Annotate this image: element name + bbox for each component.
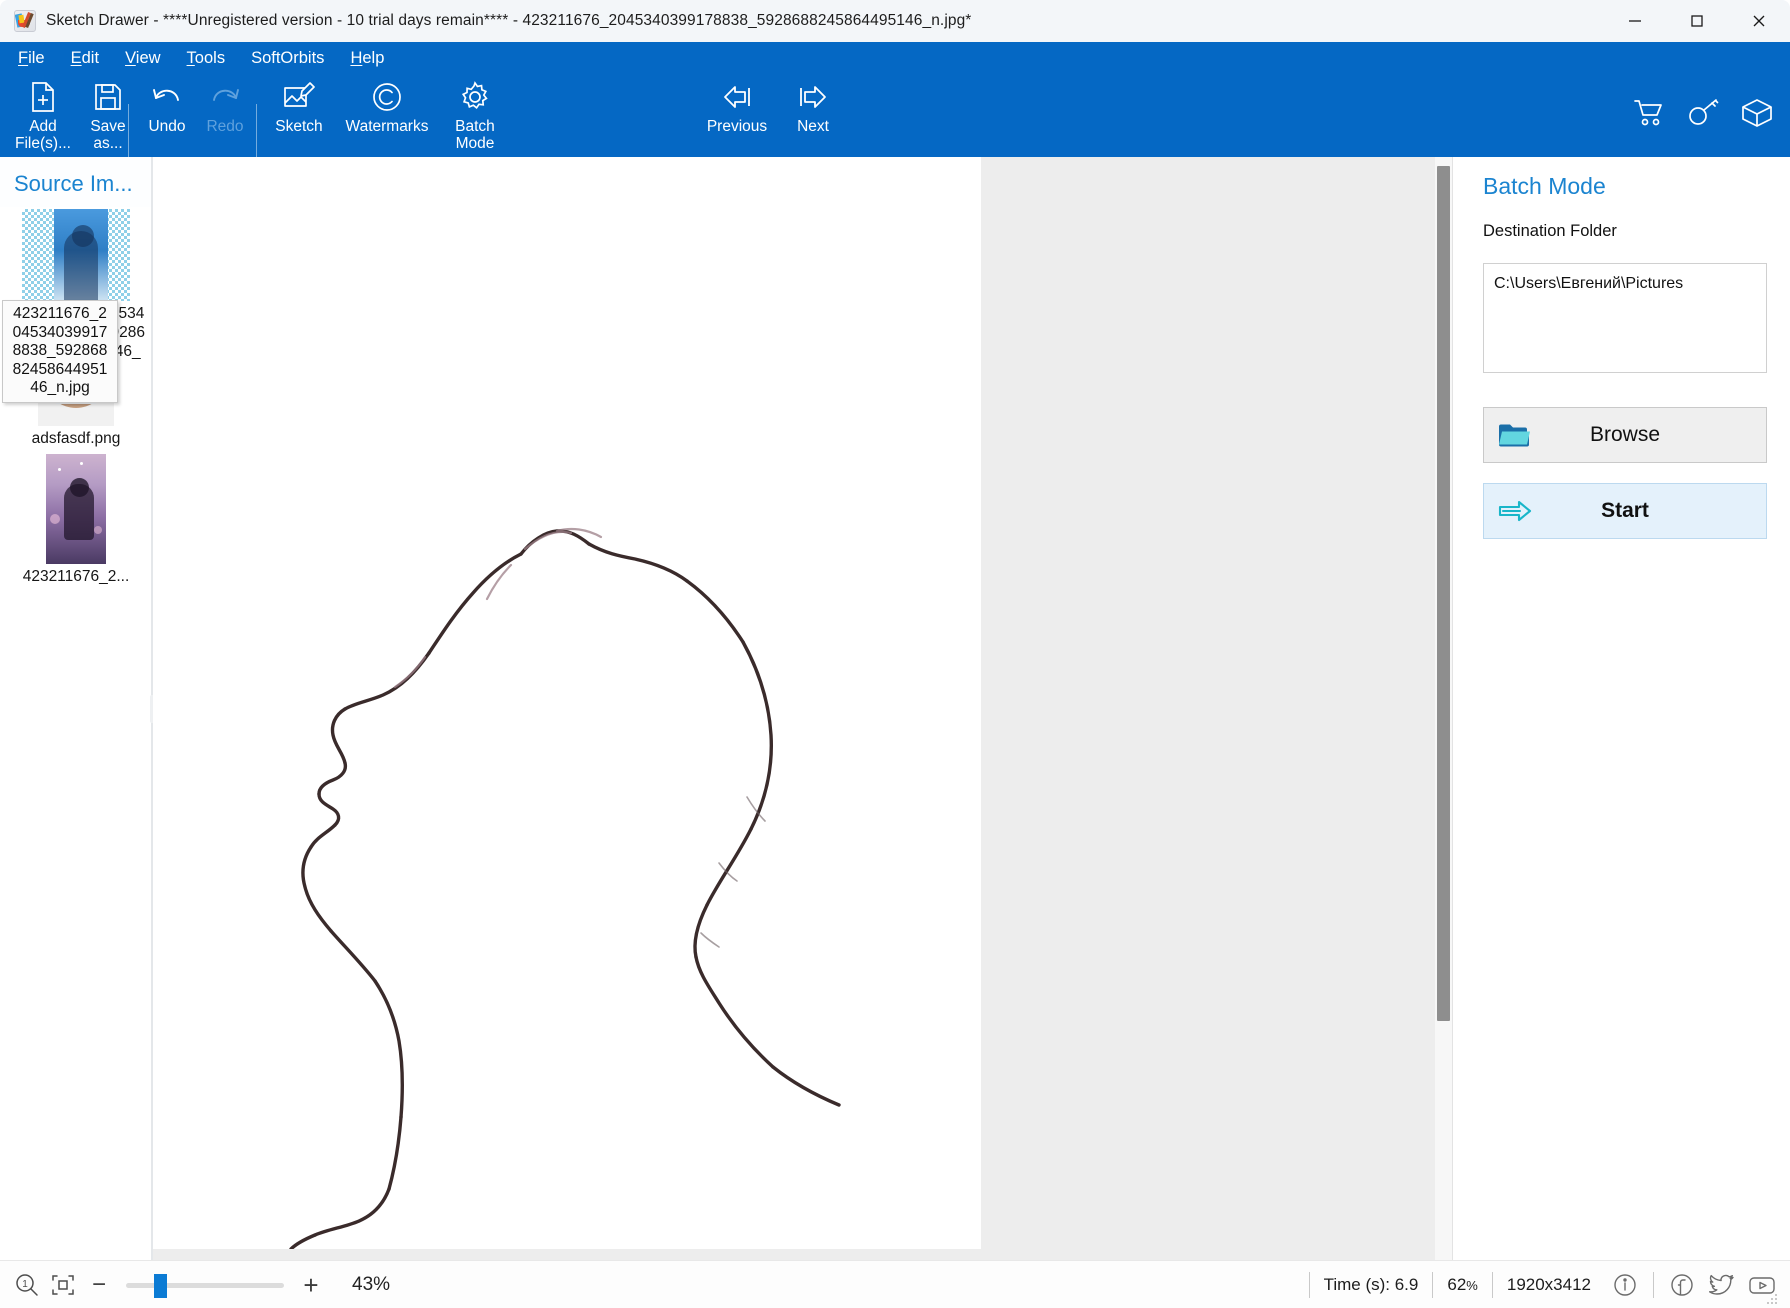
start-button[interactable]: Start	[1483, 483, 1767, 539]
next-button[interactable]: Next	[782, 74, 844, 135]
menu-item-softorbits[interactable]: SoftOrbits	[251, 49, 324, 68]
undo-button[interactable]: Undo	[138, 74, 196, 135]
fit-to-screen-icon[interactable]	[46, 1268, 80, 1302]
quality-suffix: %	[1466, 1277, 1478, 1293]
menu-item-file[interactable]: File	[18, 49, 45, 68]
zoom-percent-label: 43%	[352, 1273, 391, 1295]
sketch-pencil-icon	[282, 80, 316, 114]
sketch-label: Sketch	[275, 118, 323, 135]
key-icon[interactable]	[1684, 94, 1722, 132]
thumbnail[interactable]	[46, 454, 106, 564]
menu-item-view[interactable]: View	[125, 49, 160, 68]
previous-label: Previous	[706, 118, 768, 135]
undo-label: Undo	[148, 118, 186, 135]
zoom-slider-thumb[interactable]	[154, 1273, 167, 1298]
image-canvas[interactable]	[153, 157, 981, 1249]
batch-mode-button[interactable]: Batch Mode	[442, 74, 508, 152]
zoom-out-button[interactable]: −	[82, 1268, 116, 1302]
window-title: Sketch Drawer - ****Unregistered version…	[46, 12, 972, 29]
next-label: Next	[797, 118, 829, 135]
save-as-label: Save as...	[90, 118, 126, 152]
copyright-icon	[371, 80, 403, 114]
tool-bar: Add File(s)... Save as... Undo Redo Sket…	[0, 74, 1790, 157]
status-divider	[1653, 1271, 1654, 1298]
maximize-button[interactable]	[1666, 0, 1728, 42]
menu-item-help[interactable]: Help	[350, 49, 384, 68]
svg-text:1: 1	[22, 1279, 28, 1290]
thumbnail[interactable]	[22, 207, 130, 301]
list-item[interactable]: 423211676_2...	[0, 454, 152, 586]
list-item-label: 423211676_2...	[22, 568, 130, 585]
window-controls	[1604, 0, 1790, 42]
scrollbar-thumb[interactable]	[1437, 166, 1450, 1021]
info-icon[interactable]	[1608, 1268, 1642, 1302]
facebook-icon[interactable]	[1665, 1268, 1699, 1302]
destination-folder-field[interactable]: C:\Users\Евгений\Pictures	[1483, 263, 1767, 373]
quality-value: 62	[1447, 1274, 1467, 1294]
twitter-icon[interactable]	[1705, 1268, 1739, 1302]
batch-mode-panel: Batch Mode Destination Folder C:\Users\Е…	[1452, 157, 1790, 1260]
arrow-right-icon	[795, 80, 831, 114]
resize-grip[interactable]	[1766, 1293, 1778, 1305]
status-divider	[1432, 1271, 1434, 1298]
redo-icon	[208, 80, 242, 114]
list-item-label: adsfasdf.png	[31, 430, 121, 447]
application-window: Sketch Drawer - ****Unregistered version…	[0, 0, 1790, 1308]
toolbar-separator-2	[256, 104, 257, 157]
sketch-button[interactable]: Sketch	[266, 74, 332, 135]
destination-folder-value: C:\Users\Евгений\Pictures	[1494, 275, 1684, 292]
zoom-out-label: −	[91, 1270, 106, 1298]
minimize-button[interactable]	[1604, 0, 1666, 42]
redo-label: Redo	[206, 118, 244, 135]
zoom-in-label: +	[303, 1269, 319, 1300]
panel-title: Batch Mode	[1483, 173, 1606, 199]
toolbar-separator-1	[128, 104, 129, 157]
add-file-icon	[28, 80, 58, 114]
menu-item-tools[interactable]: Tools	[187, 49, 226, 68]
app-icon	[14, 10, 36, 32]
cart-icon[interactable]	[1630, 94, 1668, 132]
zoom-in-button[interactable]: +	[294, 1268, 328, 1302]
status-bar: 1 − + 43% Time (s): 6.9 62% 1920x3412	[0, 1260, 1790, 1308]
processing-time-label: Time (s): 6.9	[1323, 1274, 1419, 1294]
thumbnail-image-3	[46, 454, 106, 564]
folder-open-icon	[1498, 422, 1532, 449]
gear-icon	[459, 80, 491, 114]
undo-icon	[150, 80, 184, 114]
sidebar-title: Source Im...	[0, 157, 152, 207]
ribbon: File Edit View Tools SoftOrbits Help Add…	[0, 42, 1790, 157]
add-files-label: Add File(s)...	[15, 118, 71, 152]
zoom-slider[interactable]	[126, 1268, 284, 1302]
zoom-controls: 1 − + 43%	[0, 1268, 390, 1302]
close-button[interactable]	[1728, 0, 1790, 42]
destination-folder-label: Destination Folder	[1483, 222, 1617, 240]
canvas-area[interactable]	[153, 157, 1435, 1260]
menu-item-edit[interactable]: Edit	[71, 49, 99, 68]
arrow-left-icon	[719, 80, 755, 114]
image-dimensions-label: 1920x3412	[1506, 1274, 1591, 1294]
watermarks-label: Watermarks	[345, 118, 429, 135]
add-files-button[interactable]: Add File(s)...	[12, 74, 74, 152]
previous-button[interactable]: Previous	[692, 74, 782, 135]
tooltip: 423211676_2045340399178838_5928688245864…	[2, 300, 118, 403]
zoom-one-to-one-icon[interactable]: 1	[10, 1268, 44, 1302]
browse-button[interactable]: Browse	[1483, 407, 1767, 463]
toolbar-right-icons	[1630, 94, 1776, 132]
status-divider	[1308, 1271, 1310, 1298]
status-bar-right: Time (s): 6.9 62% 1920x3412	[1295, 1261, 1782, 1308]
title-bar: Sketch Drawer - ****Unregistered version…	[0, 0, 1790, 42]
box-icon[interactable]	[1738, 94, 1776, 132]
sketch-preview-image	[153, 157, 981, 1249]
arrow-right-icon	[1498, 499, 1532, 523]
save-icon	[93, 80, 123, 114]
status-divider	[1491, 1271, 1493, 1298]
quality-percent-label: 62%	[1447, 1275, 1477, 1295]
batch-mode-label: Batch Mode	[455, 118, 495, 152]
redo-button[interactable]: Redo	[196, 74, 254, 135]
zoom-slider-track	[126, 1282, 284, 1288]
canvas-vertical-scrollbar[interactable]	[1435, 157, 1452, 1260]
thumbnail-image-1	[22, 209, 130, 301]
menu-bar: File Edit View Tools SoftOrbits Help	[0, 42, 410, 74]
watermarks-button[interactable]: Watermarks	[332, 74, 442, 135]
